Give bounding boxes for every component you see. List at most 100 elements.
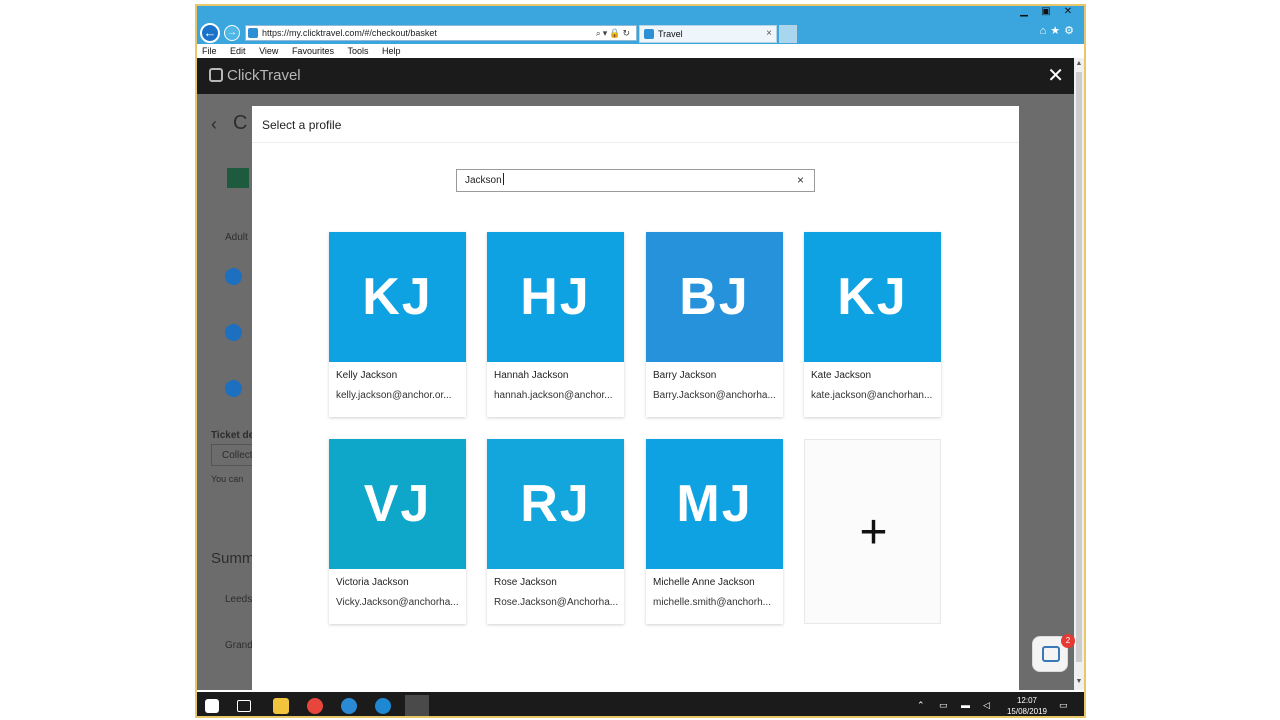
- plus-icon: +: [859, 506, 888, 559]
- profile-name: Hannah Jackson: [494, 370, 569, 381]
- maximize-icon[interactable]: ▣: [1035, 6, 1057, 18]
- bg-back-arrow-icon: ‹: [211, 114, 217, 134]
- chrome-icon[interactable]: [307, 698, 323, 714]
- bg-add-icon-1: [225, 268, 242, 285]
- scroll-up-icon[interactable]: ▲: [1074, 60, 1084, 67]
- profile-card-hannah-jackson[interactable]: HJ Hannah Jackson hannah.jackson@anchor.…: [487, 232, 624, 417]
- bg-leeds-text: Leeds: [225, 594, 253, 605]
- windows-start-icon[interactable]: [205, 699, 219, 713]
- scrollbar-thumb[interactable]: [1076, 72, 1082, 662]
- chat-widget-button[interactable]: 2: [1032, 634, 1075, 672]
- task-view-icon[interactable]: [237, 700, 251, 712]
- bg-grand-text: Grand: [225, 640, 253, 651]
- brand-logo[interactable]: ClickTravel: [209, 67, 301, 84]
- bg-you-can-text: You can: [211, 474, 244, 484]
- home-icon[interactable]: ⌂: [1040, 25, 1051, 37]
- profile-card-victoria-jackson[interactable]: VJ Victoria Jackson Vicky.Jackson@anchor…: [329, 439, 466, 624]
- bg-ticket-label: Ticket de: [211, 430, 255, 441]
- settings-gear-icon[interactable]: ⚙: [1064, 25, 1078, 37]
- notifications-icon[interactable]: ▭: [1059, 700, 1068, 711]
- search-value: Jackson: [465, 175, 502, 186]
- profile-email: Vicky.Jackson@anchorha...: [336, 597, 459, 608]
- back-arrow-icon[interactable]: ←: [200, 23, 220, 43]
- profile-name: Michelle Anne Jackson: [653, 577, 755, 588]
- clock-date: 15/08/2019: [1006, 707, 1048, 716]
- menu-favourites[interactable]: Favourites: [292, 44, 334, 58]
- page-overlay: ClickTravel ✕ ‹ C Adult Ticket de Collec…: [197, 58, 1074, 690]
- menu-edit[interactable]: Edit: [230, 44, 246, 58]
- menu-tools[interactable]: Tools: [347, 44, 368, 58]
- profile-name: Victoria Jackson: [336, 577, 409, 588]
- profile-card-michelle-anne-jackson[interactable]: MJ Michelle Anne Jackson michelle.smith@…: [646, 439, 783, 624]
- tray-chevron-icon[interactable]: ⌃: [917, 700, 925, 711]
- profile-email: Rose.Jackson@Anchorha...: [494, 597, 619, 608]
- browser-toolbar-icons[interactable]: ⌂★⚙: [1040, 24, 1078, 37]
- tray-volume-icon[interactable]: ◁: [983, 700, 990, 711]
- address-url: https://my.clicktravel.com/#/checkout/ba…: [262, 28, 437, 38]
- profile-card-kelly-jackson[interactable]: KJ Kelly Jackson kelly.jackson@anchor.or…: [329, 232, 466, 417]
- add-profile-button[interactable]: +: [804, 439, 941, 624]
- text-caret: [502, 173, 504, 185]
- profile-email: kate.jackson@anchorhan...: [811, 390, 933, 401]
- profile-email: Barry.Jackson@anchorha...: [653, 390, 776, 401]
- page-scrollbar[interactable]: ▲ ▼: [1074, 58, 1084, 690]
- profile-email: hannah.jackson@anchor...: [494, 390, 613, 401]
- profile-name: Kate Jackson: [811, 370, 872, 381]
- modal-title: Select a profile: [262, 118, 342, 132]
- taskbar-clock[interactable]: 12:07 15/08/2019: [1005, 695, 1049, 716]
- internet-explorer-icon[interactable]: [341, 698, 357, 714]
- tab-close-icon[interactable]: ×: [766, 26, 772, 42]
- window-close-icon[interactable]: ✕: [1057, 6, 1079, 18]
- forward-arrow-icon[interactable]: →: [224, 25, 240, 41]
- taskbar: ⌃ ▭ ▬ ◁ 12:07 15/08/2019 ▭: [197, 692, 1084, 716]
- avatar: KJ: [329, 232, 466, 362]
- avatar: KJ: [804, 232, 941, 362]
- menu-file[interactable]: File: [202, 44, 217, 58]
- active-app-highlight[interactable]: [405, 695, 429, 716]
- tray-keyboard-icon[interactable]: ▭: [939, 700, 948, 711]
- avatar: RJ: [487, 439, 624, 569]
- new-tab-button[interactable]: [779, 25, 797, 43]
- bg-add-icon-3: [225, 380, 242, 397]
- profile-card-rose-jackson[interactable]: RJ Rose Jackson Rose.Jackson@Anchorha...: [487, 439, 624, 624]
- minimize-icon[interactable]: ▁: [1013, 6, 1035, 18]
- profile-email: kelly.jackson@anchor.or...: [336, 390, 452, 401]
- app-header: ClickTravel ✕: [197, 58, 1074, 94]
- profile-card-barry-jackson[interactable]: BJ Barry Jackson Barry.Jackson@anchorha.…: [646, 232, 783, 417]
- profile-name: Kelly Jackson: [336, 370, 398, 381]
- modal-divider: [252, 142, 1019, 143]
- tray-network-icon[interactable]: ▬: [961, 700, 970, 710]
- close-overlay-icon[interactable]: ✕: [1047, 64, 1064, 88]
- address-tools-icon[interactable]: ⌕▾🔒↻: [596, 26, 632, 40]
- profile-search-input[interactable]: Jackson ×: [456, 169, 815, 192]
- chat-badge: 2: [1061, 634, 1075, 648]
- profile-name: Barry Jackson: [653, 370, 717, 381]
- clear-search-icon[interactable]: ×: [797, 170, 804, 191]
- avatar: BJ: [646, 232, 783, 362]
- select-profile-modal: Select a profile Jackson × KJ Kelly Jack…: [252, 106, 1019, 690]
- bg-adult-label: Adult: [225, 232, 248, 243]
- favorites-star-icon[interactable]: ★: [1050, 25, 1064, 37]
- clock-time: 12:07: [1016, 696, 1038, 705]
- avatar: MJ: [646, 439, 783, 569]
- scroll-down-icon[interactable]: ▼: [1074, 678, 1084, 685]
- file-explorer-icon[interactable]: [273, 698, 289, 714]
- brand-name: ClickTravel: [227, 67, 301, 84]
- screen: ▁ ▣ ✕ ← → https://my.clicktravel.com/#/c…: [195, 4, 1086, 718]
- profile-name: Rose Jackson: [494, 577, 557, 588]
- menu-help[interactable]: Help: [382, 44, 401, 58]
- chat-bubble-icon: [1042, 646, 1060, 662]
- tab-travel[interactable]: Travel ×: [639, 25, 777, 43]
- profile-card-kate-jackson[interactable]: KJ Kate Jackson kate.jackson@anchorhan..…: [804, 232, 941, 417]
- bg-train-icon: [227, 168, 249, 188]
- bg-summary-heading: Summ: [211, 550, 255, 567]
- browser-titlebar: ▁ ▣ ✕ ← → https://my.clicktravel.com/#/c…: [197, 6, 1084, 44]
- browser-menubar: File Edit View Favourites Tools Help: [197, 44, 1084, 58]
- tab-title: Travel: [658, 29, 683, 39]
- brand-glyph-icon: [209, 68, 223, 82]
- address-bar[interactable]: https://my.clicktravel.com/#/checkout/ba…: [245, 25, 637, 41]
- bg-add-icon-2: [225, 324, 242, 341]
- skype-icon[interactable]: [375, 698, 391, 714]
- menu-view[interactable]: View: [259, 44, 278, 58]
- site-favicon-icon: [248, 28, 258, 38]
